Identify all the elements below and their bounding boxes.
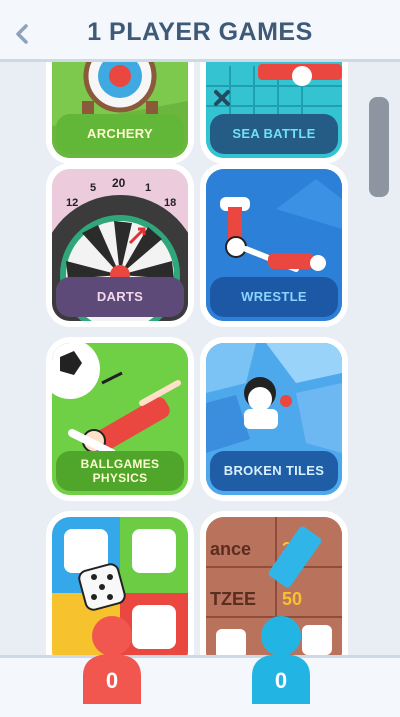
footer-bar	[0, 655, 400, 717]
game-card-darts[interactable]: 12 5 20 1 18 DARTS	[46, 163, 194, 327]
game-card-ballgames-physics[interactable]: BALLGAMES PHYSICS	[46, 337, 194, 501]
sea-battle-thumbnail: SEA BATTLE	[206, 62, 342, 158]
dart-number: 1	[145, 182, 151, 194]
game-card-wrestle[interactable]: WRESTLE	[200, 163, 348, 327]
game-card-broken-tiles[interactable]: BROKEN TILES	[200, 337, 348, 501]
ballgames-thumbnail: BALLGAMES PHYSICS	[52, 343, 188, 495]
dart-number: 18	[164, 197, 176, 209]
player-blue-count: 0	[274, 668, 288, 693]
board-text: ance	[210, 539, 251, 559]
card-label: WRESTLE	[210, 277, 338, 317]
card-label: SEA BATTLE	[210, 114, 338, 154]
card-label: DARTS	[56, 277, 184, 317]
board-text: 50	[282, 589, 302, 609]
player-red-button[interactable]: 0	[81, 616, 143, 704]
header-bar: 1 PLAYER GAMES	[0, 0, 400, 62]
game-card-archery[interactable]: ARCHERY	[46, 62, 194, 164]
dart-number: 5	[90, 182, 96, 194]
wrestle-thumbnail: WRESTLE	[206, 169, 342, 321]
dart-number: 20	[112, 176, 126, 190]
page-title: 1 PLAYER GAMES	[87, 18, 313, 46]
player-blue-button[interactable]: 0	[250, 616, 312, 704]
game-grid: ARCHERY SEA BATTLE 12 5 20 1 18 DARTS WR…	[0, 62, 400, 655]
broken-tiles-thumbnail: BROKEN TILES	[206, 343, 342, 495]
player-red-count: 0	[105, 668, 119, 693]
app-screen: 1 PLAYER GAMES ARCHERY SEA BATTLE 12 5 2…	[0, 0, 400, 717]
game-card-sea-battle[interactable]: SEA BATTLE	[200, 62, 348, 164]
scrollbar-thumb[interactable]	[369, 97, 389, 197]
dart-number: 12	[66, 197, 78, 209]
board-text: TZEE	[210, 589, 256, 609]
darts-thumbnail: 12 5 20 1 18 DARTS	[52, 169, 188, 321]
card-label: ARCHERY	[56, 114, 184, 154]
archery-thumbnail: ARCHERY	[52, 62, 188, 158]
card-label: BALLGAMES PHYSICS	[56, 451, 184, 491]
card-label: BROKEN TILES	[210, 451, 338, 491]
